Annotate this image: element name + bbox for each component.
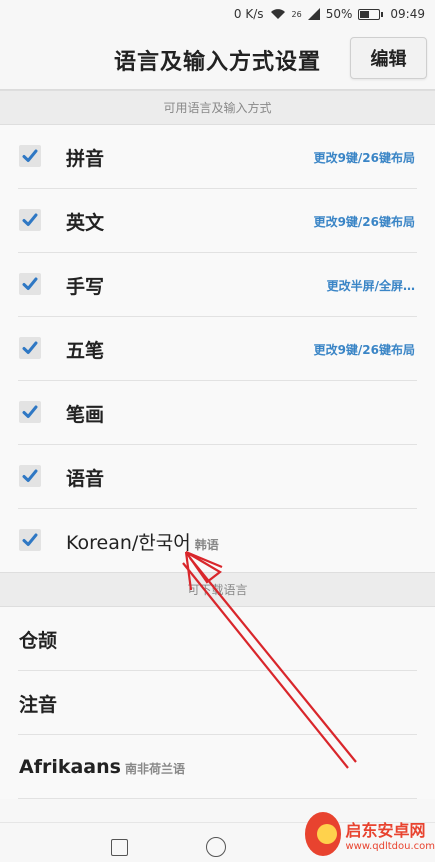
status-bar: 0 K/s 26 50% 09:49 [0,0,435,28]
list-item-cangjie[interactable]: 仓颉 [0,607,435,671]
home-icon[interactable] [206,837,226,857]
watermark-logo-icon [305,812,342,856]
item-sublabel: 韩语 [194,537,219,552]
item-label: 五笔 [66,339,105,362]
signal-icon [307,8,320,20]
item-label: 笔画 [66,403,105,426]
item-label: 英文 [66,211,105,234]
checkbox-checked-icon[interactable] [19,529,41,551]
checkbox-checked-icon[interactable] [19,145,41,167]
item-label-text: Korean/한국어 [66,531,191,554]
wifi-icon [270,8,286,20]
item-label: Afrikaans 南非荷兰语 [19,756,185,778]
list-item-wubi[interactable]: 五笔 更改9键/26键布局 [0,317,435,381]
available-section-header: 可用语言及输入方式 [0,90,435,125]
battery-percent: 50% [325,7,353,21]
list-item-english[interactable]: 英文 更改9键/26键布局 [0,189,435,253]
watermark: 启东安卓网 www.qdltdou.com [305,806,435,862]
battery-icon [358,8,384,20]
watermark-url: www.qdltdou.com [345,840,435,852]
more-section-title: 可下载语言 [187,583,248,597]
change-layout-link[interactable]: 更改9键/26键布局 [314,341,415,358]
checkbox-checked-icon[interactable] [19,273,41,295]
item-label: 仓颉 [19,629,58,652]
list-item-afrikaans[interactable]: Afrikaans 南非荷兰语 [0,735,435,799]
app-header: 语言及输入方式设置 编辑 [0,28,435,90]
checkbox-checked-icon[interactable] [19,465,41,487]
item-label-text: Afrikaans [19,756,121,778]
checkbox-checked-icon[interactable] [19,209,41,231]
network-speed: 0 K/s [233,7,264,21]
change-layout-link[interactable]: 更改9键/26键布局 [314,213,415,230]
item-label: 手写 [66,275,105,298]
list-item-voice[interactable]: 语音 [0,445,435,509]
checkbox-checked-icon[interactable] [19,401,41,423]
clock: 09:49 [390,7,425,21]
available-list: 拼音 更改9键/26键布局 英文 更改9键/26键布局 手写 更改半屏/全屏… … [0,125,435,573]
list-item-stroke[interactable]: 笔画 [0,381,435,445]
checkbox-checked-icon[interactable] [19,337,41,359]
item-label: 注音 [19,693,58,716]
list-item-zhuyin[interactable]: 注音 [0,671,435,735]
item-label: 语音 [66,467,105,490]
recent-apps-icon[interactable] [111,839,128,856]
list-item-handwriting[interactable]: 手写 更改半屏/全屏… [0,253,435,317]
signal-label: 26 [291,9,302,19]
more-section-header: 可下载语言 [0,572,435,607]
item-label: 拼音 [66,147,105,170]
item-sublabel: 南非荷兰语 [124,762,185,776]
list-item-korean[interactable]: Korean/한국어 韩语 [0,509,435,573]
watermark-title: 启东安卓网 [345,820,426,840]
item-label: Korean/한국어 韩语 [66,528,219,555]
list-item-pinyin[interactable]: 拼音 更改9键/26键布局 [0,125,435,189]
change-layout-link[interactable]: 更改9键/26键布局 [314,149,415,166]
available-section-title: 可用语言及输入方式 [163,101,272,115]
edit-button[interactable]: 编辑 [350,37,427,79]
more-list: 仓颉 注音 Afrikaans 南非荷兰语 [0,607,435,799]
change-screen-mode-link[interactable]: 更改半屏/全屏… [327,277,415,294]
